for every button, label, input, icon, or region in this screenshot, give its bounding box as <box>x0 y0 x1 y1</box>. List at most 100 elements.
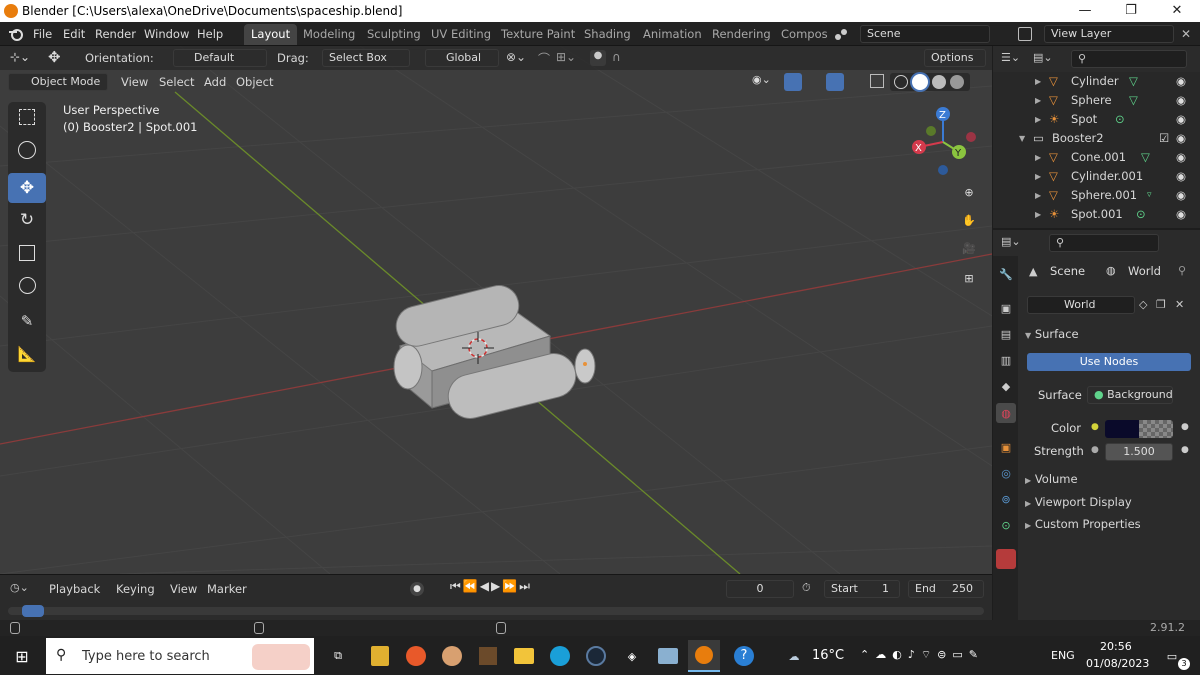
workspace-tab-compositing[interactable]: Compos <box>774 24 835 45</box>
mode-dropdown[interactable]: Object Mode <box>8 73 108 91</box>
outliner-row-spot[interactable]: ▶ ☀ Spot ⊙ ◉ <box>993 110 1200 129</box>
material-shading-icon[interactable] <box>932 75 946 89</box>
rendered-shading-icon[interactable] <box>950 75 964 89</box>
workspace-tab-texture-paint[interactable]: Texture Paint <box>494 24 582 45</box>
outliner-row-cylinder[interactable]: ▶ ▽ Cylinder ▽ ◉ <box>993 72 1200 91</box>
proportional-edit-icon[interactable]: ● <box>590 50 606 66</box>
view-layer-selector[interactable]: View Layer <box>1044 25 1174 43</box>
custom-properties-section-header[interactable]: ▶ Custom Properties <box>1025 514 1141 534</box>
windows-start-icon[interactable]: ⊞ <box>6 640 38 672</box>
surface-section-header[interactable]: ▼ Surface <box>1025 324 1079 344</box>
close-button[interactable]: ✕ <box>1154 0 1200 22</box>
timeline-menu-marker[interactable]: Marker <box>202 579 252 599</box>
playback-controls[interactable]: ⏮⏪◀▶⏩⏭ <box>450 579 562 599</box>
alpha-swatch[interactable] <box>1139 420 1173 438</box>
world-tab-icon[interactable]: ◍ <box>996 403 1016 423</box>
expand-icon[interactable]: ▶ <box>1035 186 1041 205</box>
world-selector[interactable]: World <box>1027 296 1135 314</box>
rotate-tool[interactable]: ↻ <box>8 205 46 235</box>
maximize-button[interactable]: ❐ <box>1108 0 1154 22</box>
scene-selector[interactable]: Scene <box>860 25 990 43</box>
edge-icon[interactable] <box>544 640 576 672</box>
current-frame-field[interactable]: 0 <box>726 580 794 598</box>
eye-icon[interactable]: ◉ <box>1176 186 1186 205</box>
taskbar-search-box[interactable]: ⚲ Type here to search <box>46 638 314 674</box>
eye-icon[interactable]: ◉ <box>1176 129 1186 148</box>
menu-render[interactable]: Render <box>89 25 142 43</box>
expand-icon[interactable]: ▶ <box>1035 72 1041 91</box>
eye-icon[interactable]: ◉ <box>1176 91 1186 110</box>
move-tool-icon[interactable]: ✥ <box>48 48 70 68</box>
eye-icon[interactable]: ◉ <box>1176 205 1186 224</box>
cursor-tool[interactable] <box>8 135 46 165</box>
viewport-display-section-header[interactable]: ▶ Viewport Display <box>1025 492 1132 512</box>
firefox-icon[interactable] <box>400 640 432 672</box>
outliner-row-sphere[interactable]: ▶ ▽ Sphere ▽ ◉ <box>993 91 1200 110</box>
fake-user-shield-icon[interactable]: ◇ <box>1139 298 1147 311</box>
viewport-menu-view[interactable]: View <box>116 72 153 92</box>
navigation-gizmo[interactable]: Z X Y <box>905 104 981 180</box>
outliner-row-spot-001[interactable]: ▶ ☀ Spot.001 ⊙ ◉ <box>993 205 1200 224</box>
menu-window[interactable]: Window <box>138 25 195 43</box>
transform-orientation-dropdown[interactable]: Global <box>425 49 499 67</box>
clock-icon[interactable]: ⏱ <box>802 581 818 597</box>
orientation-dropdown[interactable]: Default <box>173 49 267 67</box>
object-tab-icon[interactable]: ▣ <box>996 437 1016 457</box>
clock-date[interactable]: 01/08/2023 <box>1086 657 1149 670</box>
solid-shading-icon[interactable] <box>912 74 928 90</box>
keyframe-dot-icon[interactable]: ● <box>1181 445 1189 455</box>
gizmo-toggle-icon[interactable] <box>784 73 802 91</box>
outliner-search-input[interactable]: ⚲ <box>1071 50 1187 68</box>
xray-toggle-icon[interactable] <box>870 74 884 88</box>
view-layer-tab-icon[interactable]: ▥ <box>996 350 1016 370</box>
minecraft-icon[interactable] <box>472 640 504 672</box>
eye-icon[interactable]: ◉ <box>1176 148 1186 167</box>
strength-field[interactable]: 1.500 <box>1105 443 1173 461</box>
record-icon[interactable]: ● <box>410 582 424 596</box>
remove-view-layer-icon[interactable]: ✕ <box>1181 27 1193 41</box>
keyframe-dot-icon[interactable]: ● <box>1181 422 1189 432</box>
texture-tab-icon[interactable] <box>996 549 1016 569</box>
app-icon[interactable] <box>364 640 396 672</box>
volume-section-header[interactable]: ▶ Volume <box>1025 469 1078 489</box>
tool-select-icon[interactable]: ⊹⌄ <box>10 50 36 66</box>
outliner-row-cylinder-001[interactable]: ▶ ▽ Cylinder.001 ◉ <box>993 167 1200 186</box>
wireframe-shading-icon[interactable] <box>894 75 908 89</box>
move-tool[interactable]: ✥ <box>8 173 46 203</box>
scale-tool[interactable] <box>8 238 46 268</box>
pin-icon[interactable]: ⚲ <box>1178 264 1186 277</box>
snap-target-icon[interactable]: ⊞⌄ <box>556 50 584 66</box>
camera-icon[interactable]: 🎥 <box>957 236 981 260</box>
character-app-icon[interactable] <box>436 640 468 672</box>
tool-tab-icon[interactable]: 🔧 <box>996 264 1016 284</box>
drag-dropdown[interactable]: Select Box <box>322 49 410 67</box>
constraints-tab-icon[interactable]: ⊚ <box>996 489 1016 509</box>
measure-tool[interactable]: 📐 <box>8 339 46 369</box>
timeline-menu-playback[interactable]: Playback <box>44 579 105 599</box>
snap-icon[interactable]: ⌒ <box>538 50 554 66</box>
file-explorer-icon[interactable] <box>508 640 540 672</box>
collapse-icon[interactable]: ▼ <box>1019 129 1025 148</box>
properties-search-input[interactable]: ⚲ <box>1049 234 1159 252</box>
annotate-tool[interactable]: ✎ <box>8 306 46 336</box>
start-frame-field[interactable]: Start 1 <box>824 580 900 598</box>
editor-type-icon[interactable]: ◷⌄ <box>10 581 36 599</box>
unity-icon[interactable]: ◈ <box>616 640 648 672</box>
color-swatch[interactable] <box>1105 420 1139 438</box>
view-layer-icon[interactable] <box>1018 27 1032 41</box>
breadcrumb-scene[interactable]: Scene <box>1050 264 1085 278</box>
unlink-world-icon[interactable]: ✕ <box>1175 298 1184 311</box>
3d-viewport[interactable]: ⊹⌄ ✥ Orientation: Default Drag: Select B… <box>0 46 992 574</box>
steam-icon[interactable] <box>580 640 612 672</box>
photos-icon[interactable] <box>652 640 684 672</box>
transform-tool[interactable] <box>8 270 46 300</box>
blender-menu-icon[interactable] <box>8 26 24 42</box>
expand-icon[interactable]: ▶ <box>1035 110 1041 129</box>
scene-tab-icon[interactable]: ◆ <box>996 376 1016 396</box>
render-tab-icon[interactable]: ▣ <box>996 298 1016 318</box>
breadcrumb-world[interactable]: World <box>1128 264 1161 278</box>
blender-taskbar-icon[interactable] <box>688 640 720 672</box>
new-world-icon[interactable]: ❐ <box>1156 298 1166 311</box>
workspace-tab-rendering[interactable]: Rendering <box>705 24 778 45</box>
outliner-row-cone-001[interactable]: ▶ ▽ Cone.001 ▽ ◉ <box>993 148 1200 167</box>
